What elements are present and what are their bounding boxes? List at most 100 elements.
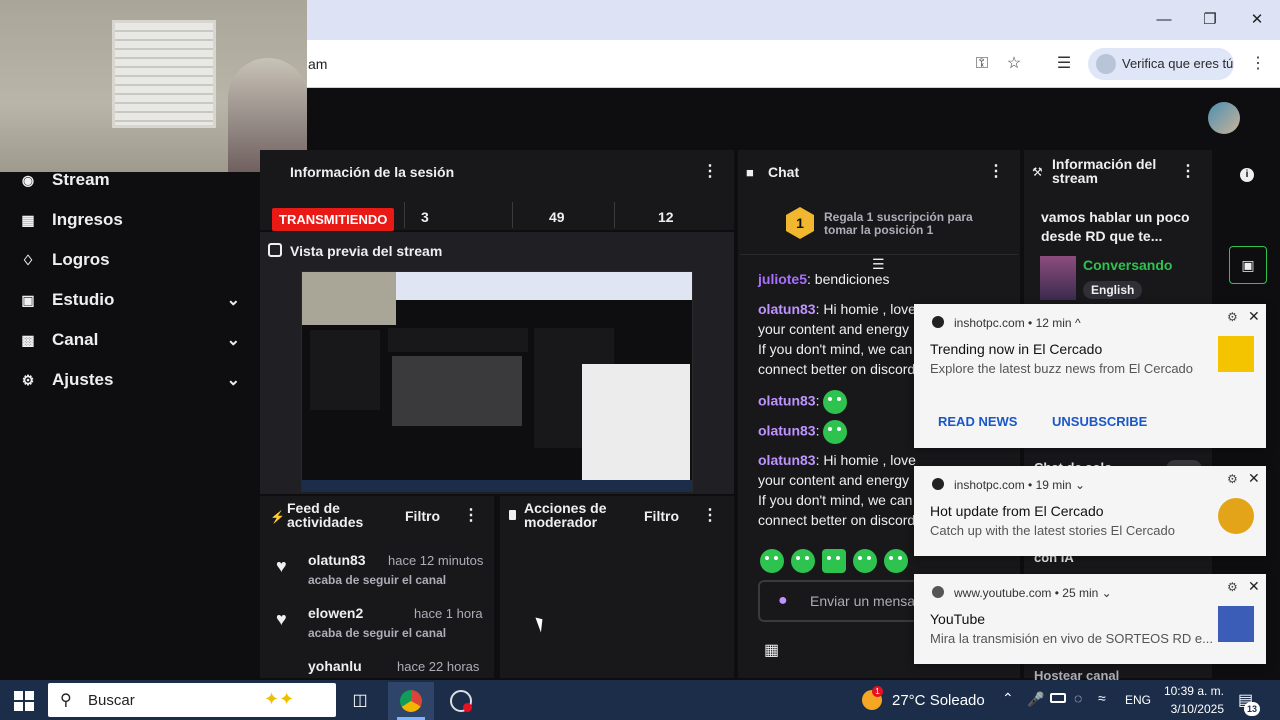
divider (512, 202, 513, 228)
category-link[interactable]: Conversando (1083, 257, 1172, 273)
emote-icon (823, 420, 848, 444)
stream-preview-video[interactable] (301, 271, 693, 492)
notification-card[interactable]: inshotpc.com • 19 min ⌄ ⚙ ✕ Hot update f… (914, 466, 1266, 556)
more-options-icon[interactable]: ⋮ (702, 162, 718, 182)
feed-user[interactable]: elowen2 (308, 605, 363, 621)
capture-icon[interactable]: ▣ (1229, 246, 1267, 284)
key-icon[interactable]: ⚿ (970, 52, 994, 76)
more-options-icon[interactable]: ⋮ (463, 506, 479, 526)
url-text[interactable]: am (308, 56, 327, 72)
sidebar-item-logros[interactable]: ♢ Logros (0, 240, 256, 280)
feed-user[interactable]: olatun83 (308, 552, 366, 568)
emote-icon[interactable] (791, 549, 815, 573)
user-avatar[interactable] (1208, 102, 1240, 134)
weather-text[interactable]: 27°C Soleado (892, 692, 985, 709)
stream-icon: ◉ (21, 172, 35, 188)
vpn-icon[interactable]: ◌ (1074, 690, 1082, 706)
minimize-icon[interactable]: — (1152, 8, 1176, 32)
more-options-icon[interactable]: ⋮ (988, 162, 1004, 182)
chat-username[interactable]: olatun83 (758, 393, 816, 409)
feed-item-partial: yohanlu hace 22 horas (276, 660, 486, 678)
unsubscribe-button[interactable]: UNSUBSCRIBE (1052, 414, 1147, 429)
heart-icon: ♥ (276, 556, 287, 576)
activity-feed-title: Feed de actividades (287, 500, 364, 530)
chat-username[interactable]: olatun83 (758, 423, 816, 439)
battery-icon[interactable] (1050, 693, 1066, 703)
notification-thumbnail (1218, 498, 1254, 534)
trophy-icon: ♢ (21, 252, 35, 268)
chrome-icon (400, 690, 422, 712)
wifi-icon[interactable]: ≈ (1098, 690, 1106, 706)
windows-start-icon[interactable] (14, 691, 34, 711)
chat-username[interactable]: juliote5 (758, 271, 807, 287)
more-options-icon[interactable]: ⋮ (702, 506, 718, 526)
emote-icon[interactable] (853, 549, 877, 573)
star-icon[interactable]: ☆ (1002, 52, 1026, 76)
emote-row (760, 549, 920, 573)
verify-button[interactable]: Verifica que eres tú (1088, 48, 1234, 80)
maximize-icon[interactable]: ❐ (1198, 8, 1222, 32)
microphone-icon[interactable]: ● (778, 592, 788, 610)
stat-value: 12 (658, 209, 674, 225)
search-placeholder: Buscar (88, 692, 135, 709)
search-icon: ⚲ (60, 692, 72, 709)
media-control-icon[interactable]: ☰ (1052, 52, 1076, 76)
settings-icon: ⚙ (21, 372, 35, 388)
chat-username[interactable]: olatun83 (758, 301, 816, 317)
language-indicator[interactable]: ENG (1125, 693, 1151, 707)
activity-filter-button[interactable]: Filtro (405, 508, 440, 524)
category-thumbnail[interactable] (1040, 256, 1076, 300)
feed-user[interactable]: yohanlu (308, 660, 362, 674)
task-view-icon[interactable]: ◫ (350, 690, 370, 710)
mod-filter-button[interactable]: Filtro (644, 508, 679, 524)
emote-icon[interactable] (884, 549, 908, 573)
close-icon[interactable]: ✕ (1248, 578, 1260, 595)
mod-actions-title: Acciones de moderador (524, 500, 607, 530)
chat-message: olatun83: (758, 420, 848, 444)
close-icon[interactable]: ✕ (1248, 308, 1260, 325)
sidebar-item-ingresos[interactable]: ▦ Ingresos (0, 200, 256, 240)
microphone-icon[interactable]: 🎤 (1027, 691, 1044, 708)
info-icon[interactable]: i (1240, 168, 1254, 182)
notification-card[interactable]: inshotpc.com • 12 min ^ ⚙ ✕ Trending now… (914, 304, 1266, 448)
close-icon[interactable]: ✕ (1245, 8, 1269, 32)
feed-time: hace 12 minutos (388, 553, 484, 568)
chat-icon: ■ (746, 165, 754, 180)
sidebar-item-label: Ingresos (52, 210, 123, 229)
taskbar-chrome-active[interactable] (388, 682, 434, 720)
clock-date[interactable]: 3/10/2025 (1162, 702, 1224, 716)
more-options-icon[interactable]: ⋮ (1180, 162, 1196, 182)
chat-message: juliote5: bendiciones (758, 271, 890, 287)
chat-title: Chat (768, 164, 800, 180)
sidebar-item-estudio[interactable]: ▣ Estudio ⌄ (0, 280, 256, 320)
browser-menu-icon[interactable]: ⋮ (1246, 52, 1270, 76)
close-icon[interactable]: ✕ (1248, 470, 1260, 487)
chat-username[interactable]: olatun83 (758, 452, 816, 468)
feed-time: hace 22 horas (397, 660, 480, 674)
chat-message: olatun83: (758, 390, 848, 414)
sidebar-item-canal[interactable]: ▩ Canal ⌄ (0, 320, 256, 360)
gear-icon[interactable]: ⚙ (1227, 310, 1238, 324)
gift-icon[interactable]: ▦ (764, 640, 779, 660)
emote-icon[interactable] (760, 549, 784, 573)
record-dot-icon (463, 703, 472, 712)
clock-time[interactable]: 10:39 a. m. (1162, 684, 1224, 698)
stream-title-text[interactable]: vamos hablar un poco desde RD que te... (1041, 208, 1201, 246)
chevron-up-icon[interactable]: ⌃ (1002, 690, 1014, 707)
read-news-button[interactable]: READ NEWS (938, 414, 1017, 429)
sidebar-item-label: Canal (52, 330, 99, 349)
chevron-down-icon: ⌄ (226, 292, 240, 309)
language-tag[interactable]: English (1083, 281, 1143, 299)
stat-value: 3 (421, 209, 429, 225)
preview-icon (268, 243, 282, 257)
sidebar-item-ajustes[interactable]: ⚙ Ajustes ⌄ (0, 360, 256, 400)
feed-time: hace 1 hora (414, 606, 483, 621)
gift-prompt[interactable]: Regala 1 suscripción para tomar la posic… (824, 211, 1004, 237)
notification-card[interactable]: www.youtube.com • 25 min ⌄ ⚙ ✕ YouTube M… (914, 574, 1266, 664)
heart-icon: ♥ (276, 609, 287, 629)
live-status-badge: TRANSMITIENDO (272, 208, 395, 231)
gear-icon[interactable]: ⚙ (1227, 580, 1238, 594)
emote-icon[interactable] (822, 549, 846, 573)
taskbar-search[interactable]: ⚲ Buscar ✦✦ (48, 683, 336, 717)
gear-icon[interactable]: ⚙ (1227, 472, 1238, 486)
